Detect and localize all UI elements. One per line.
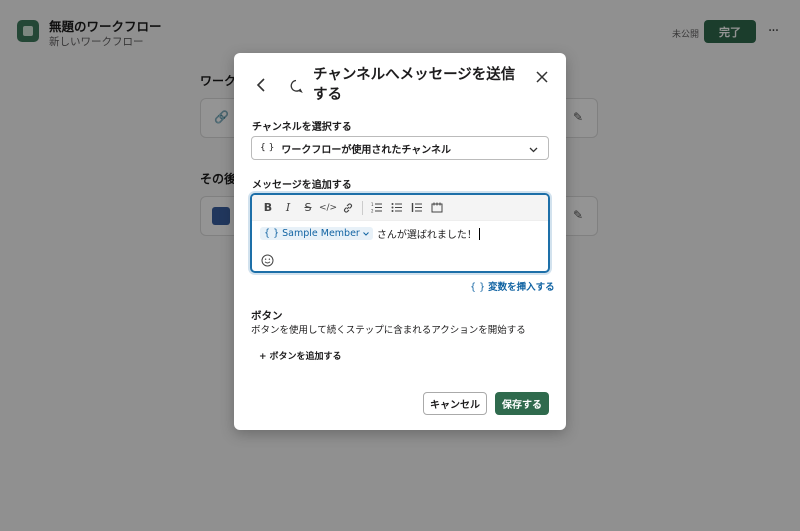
buttons-heading: ボタン (251, 310, 283, 322)
insert-variable-link[interactable]: { } 変数を挿入する (470, 279, 555, 293)
variable-pill[interactable]: { } Sample Member (260, 227, 373, 240)
toolbar-divider (362, 200, 363, 215)
strikethrough-icon[interactable]: S (298, 198, 318, 218)
buttons-description: ボタンを使用して続くステップに含まれるアクションを開始する (251, 325, 526, 336)
save-button[interactable]: 保存する (495, 392, 549, 415)
message-bubble-icon (289, 78, 303, 93)
close-icon[interactable] (534, 69, 550, 85)
emoji-icon[interactable] (261, 252, 275, 267)
chevron-down-icon (362, 231, 369, 236)
text-cursor (478, 227, 480, 240)
numbered-list-icon[interactable]: 12 (367, 198, 387, 218)
modal-title: チャンネルへメッセージを送信する (313, 67, 516, 103)
variable-brace-icon: { } (470, 282, 486, 293)
svg-text:2: 2 (371, 209, 374, 214)
bulleted-list-icon[interactable] (387, 198, 407, 218)
channel-label: チャンネルを選択する (252, 122, 352, 133)
svg-text:1: 1 (371, 202, 374, 207)
variable-pill-label: Sample Member (282, 228, 360, 239)
bold-icon[interactable]: B (258, 198, 278, 218)
link-icon[interactable] (338, 198, 358, 218)
cancel-button[interactable]: キャンセル (423, 392, 487, 415)
formatting-toolbar: B I S </> 12 (252, 195, 548, 221)
add-button-label: ボタンを追加する (269, 352, 342, 362)
channel-select-value: ワークフローが使用されたチャンネル (281, 144, 452, 156)
code-icon[interactable]: </> (318, 198, 338, 218)
add-button-link[interactable]: + ボタンを追加する (259, 349, 342, 362)
insert-variable-label: 変数を挿入する (488, 282, 555, 293)
message-label: メッセージを追加する (252, 180, 352, 191)
variable-brace-icon: { } (264, 228, 280, 239)
plus-icon: + (259, 352, 267, 362)
blockquote-icon[interactable] (407, 198, 427, 218)
channel-select[interactable]: { } ワークフローが使用されたチャンネル (251, 136, 549, 160)
chevron-down-icon (529, 145, 538, 156)
message-text: さんが選ばれました！ (376, 230, 477, 241)
code-block-icon[interactable] (427, 198, 447, 218)
variable-brace-icon: { } (260, 143, 275, 153)
italic-icon[interactable]: I (278, 198, 298, 218)
message-editor[interactable]: B I S </> 12 { } Sample Member さんが選ばれました… (250, 193, 550, 273)
back-arrow-icon[interactable] (251, 75, 271, 95)
message-content[interactable]: { } Sample Member さんが選ばれました！ (260, 226, 480, 241)
